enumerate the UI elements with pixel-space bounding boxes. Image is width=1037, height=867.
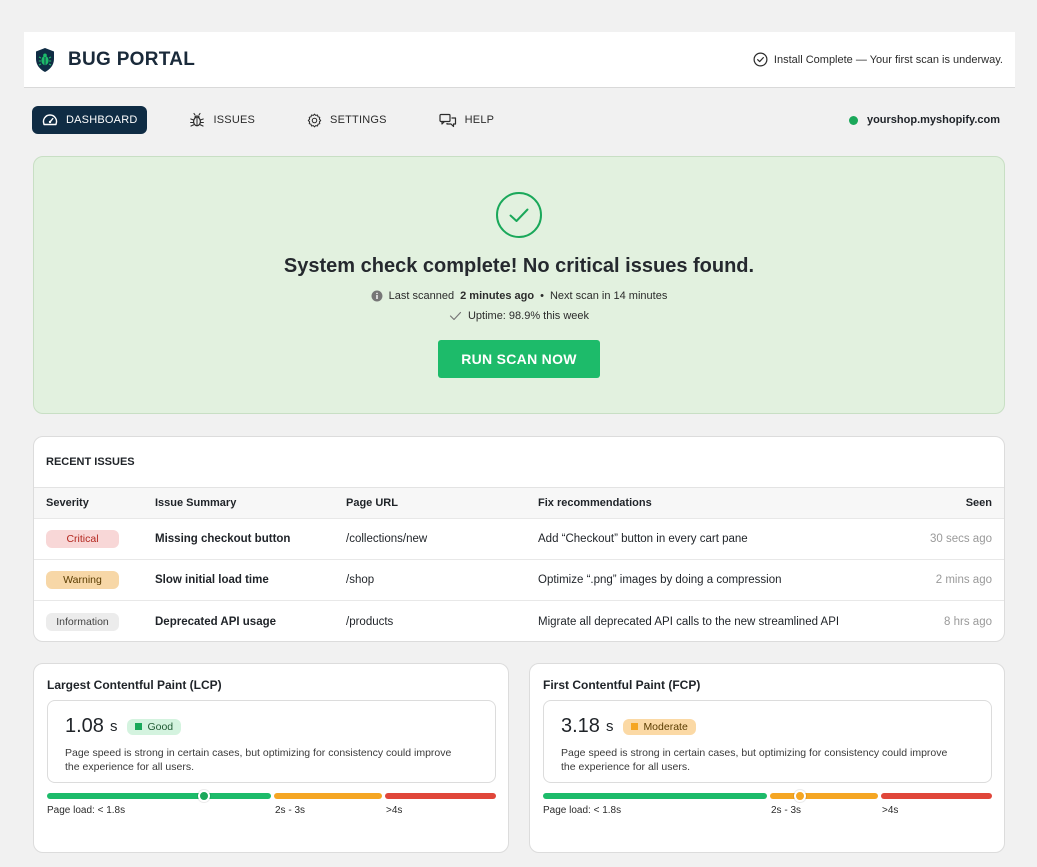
nav-dashboard[interactable]: DASHBOARD: [32, 106, 148, 134]
fcp-speed-scale: [543, 790, 992, 802]
severity-badge: Critical: [46, 530, 119, 548]
page-url[interactable]: /shop: [346, 574, 538, 586]
lcp-title: Largest Contentful Paint (LCP): [47, 678, 222, 692]
nav-help[interactable]: HELP: [429, 106, 505, 134]
shield-bug-icon: [36, 47, 54, 72]
banner-title: System check complete! No critical issue…: [283, 255, 755, 277]
fcp-summary-box: 3.18 s Moderate Page speed is strong in …: [543, 700, 992, 783]
lcp-description: Page speed is strong in certain cases, b…: [65, 747, 452, 773]
top-bar: BUG PORTAL Install Complete — Your first…: [24, 32, 1015, 88]
last-scanned-value: 2 minutes ago: [460, 290, 535, 302]
fcp-card: First Contentful Paint (FCP) 3.18 s Mode…: [529, 663, 1005, 853]
fcp-unit: s: [605, 718, 614, 735]
checkmark-icon: [449, 311, 462, 321]
uptime-line: Uptime: 98.9% this week: [449, 310, 589, 322]
moderate-square-icon: [631, 723, 639, 730]
column-header-severity[interactable]: Severity: [34, 497, 155, 509]
scale-moderate-segment: [770, 793, 878, 799]
shop-domain: yourshop.myshopify.com: [866, 114, 1000, 126]
scan-schedule: Last scanned 2 minutes ago • Next scan i…: [371, 290, 668, 302]
column-header-url[interactable]: Page URL: [346, 497, 538, 509]
fcp-status-label: Moderate: [643, 720, 688, 733]
bug-icon: [190, 112, 205, 127]
good-square-icon: [135, 723, 143, 730]
page-url[interactable]: /products: [346, 616, 538, 628]
issue-summary: Deprecated API usage: [155, 615, 277, 628]
scale-moderate-segment: [274, 793, 382, 799]
run-scan-button[interactable]: RUN SCAN NOW: [438, 340, 600, 378]
gauge-icon: [42, 114, 58, 126]
severity-badge: Warning: [46, 571, 119, 589]
column-header-seen[interactable]: Seen: [928, 497, 1004, 509]
fix-recommendation: Optimize “.png” images by doing a compre…: [538, 574, 782, 586]
scale-poor-segment: [881, 793, 992, 799]
table-row[interactable]: Information Deprecated API usage /produc…: [34, 601, 1004, 641]
nav-settings[interactable]: SETTINGS: [297, 106, 397, 134]
gear-icon: [307, 113, 322, 127]
fix-recommendation: Migrate all deprecated API calls to the …: [538, 615, 840, 628]
lcp-status-label: Good: [147, 720, 174, 733]
lcp-unit: s: [109, 718, 118, 735]
scale-good-segment: [543, 793, 767, 799]
scale-label-good: Page load: < 1.8s: [543, 805, 622, 816]
seen-time: 8 hrs ago: [944, 615, 992, 628]
brand-name: BUG PORTAL: [68, 48, 196, 70]
seen-time: 2 mins ago: [935, 574, 992, 586]
scale-poor-segment: [385, 793, 496, 799]
lcp-value: 1.08: [65, 715, 104, 737]
lcp-summary-box: 1.08 s Good Page speed is strong in cert…: [47, 700, 496, 783]
issues-table-header: Severity Issue Summary Page URL Fix reco…: [34, 488, 1004, 519]
recent-issues-panel: RECENT ISSUES Severity Issue Summary Pag…: [33, 436, 1005, 642]
table-row[interactable]: Critical Missing checkout button /collec…: [34, 519, 1004, 560]
system-check-banner: System check complete! No critical issue…: [33, 156, 1005, 414]
issue-summary: Missing checkout button: [155, 533, 291, 545]
success-check-icon: [496, 192, 542, 238]
uptime-text: Uptime: 98.9% this week: [467, 310, 590, 322]
next-scan-text: Next scan in 14 minutes: [549, 290, 668, 302]
severity-badge: Information: [46, 612, 119, 631]
nav-issues-label: ISSUES: [213, 114, 256, 126]
scale-good-segment: [47, 793, 271, 799]
brand[interactable]: BUG PORTAL: [34, 47, 195, 73]
online-status-dot: [848, 115, 858, 125]
nav-help-label: HELP: [464, 114, 495, 126]
scale-label-bad: >4s: [386, 805, 403, 816]
scale-label-mid: 2s - 3s: [275, 805, 306, 816]
check-circle-icon: [753, 52, 768, 67]
lcp-marker: [198, 790, 210, 802]
nav-dashboard-label: DASHBOARD: [66, 114, 138, 126]
seen-time: 30 secs ago: [929, 533, 992, 545]
scale-label-bad: >4s: [882, 805, 899, 816]
shop-status[interactable]: yourshop.myshopify.com: [848, 114, 1004, 126]
install-status-text: Install Complete — Your first scan is un…: [773, 53, 1003, 66]
nav-issues[interactable]: ISSUES: [179, 106, 265, 134]
lcp-card: Largest Contentful Paint (LCP) 1.08 s Go…: [33, 663, 509, 853]
install-status: Install Complete — Your first scan is un…: [753, 52, 1003, 67]
lcp-status-badge: Good: [127, 718, 182, 735]
table-row[interactable]: Warning Slow initial load time /shop Opt…: [34, 560, 1004, 601]
issue-summary: Slow initial load time: [155, 574, 269, 586]
column-header-fix[interactable]: Fix recommendations: [538, 497, 928, 509]
fcp-value: 3.18: [561, 715, 600, 737]
page-url[interactable]: /collections/new: [346, 533, 538, 545]
fix-recommendation: Add “Checkout” button in every cart pane: [538, 533, 748, 545]
scale-label-mid: 2s - 3s: [771, 805, 802, 816]
meta-separator: •: [540, 290, 544, 302]
lcp-speed-scale: [47, 790, 496, 802]
chat-icon: [439, 113, 456, 127]
recent-issues-title: RECENT ISSUES: [34, 437, 1004, 488]
nav-settings-label: SETTINGS: [330, 114, 387, 126]
column-header-summary[interactable]: Issue Summary: [155, 497, 346, 509]
fcp-status-badge: Moderate: [623, 718, 696, 735]
fcp-description: Page speed is strong in certain cases, b…: [561, 747, 948, 773]
fcp-marker: [794, 790, 806, 802]
main-nav: DASHBOARD ISSUES SETTINGS HELP yourshop.…: [32, 106, 1004, 134]
info-icon: [371, 290, 383, 302]
scale-label-good: Page load: < 1.8s: [47, 805, 126, 816]
fcp-title: First Contentful Paint (FCP): [543, 678, 701, 692]
last-scanned-label: Last scanned: [388, 290, 455, 302]
